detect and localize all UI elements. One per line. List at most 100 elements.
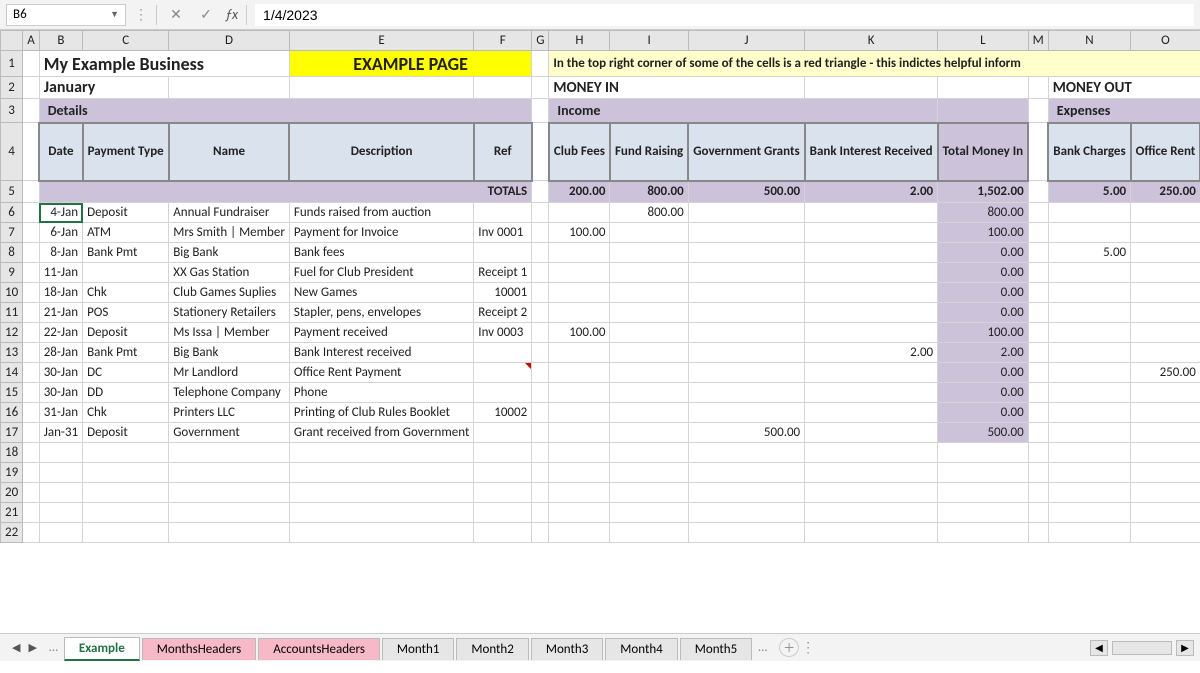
cell[interactable] [688, 463, 804, 483]
cell-date[interactable]: 28-Jan [39, 343, 82, 363]
cell[interactable] [938, 443, 1029, 463]
cell-fund-raising[interactable] [610, 243, 688, 263]
cell[interactable] [532, 181, 549, 203]
cell-name[interactable]: Club Games Suplies [169, 283, 290, 303]
cell[interactable] [610, 443, 688, 463]
cell-bank-charges[interactable] [1048, 323, 1130, 343]
name-box[interactable]: B6 ▼ [6, 4, 126, 26]
row-header[interactable]: 9 [1, 263, 23, 283]
cell-club-fees[interactable] [549, 403, 610, 423]
cell-description[interactable]: Stapler, pens, envelopes [289, 303, 473, 323]
cell-date[interactable]: 30-Jan [39, 363, 82, 383]
col-header[interactable]: D [169, 31, 290, 51]
cell-total-in[interactable]: 0.00 [938, 283, 1029, 303]
col-header[interactable]: N [1048, 31, 1130, 51]
cell-description[interactable]: Grant received from Government [289, 423, 473, 443]
cell-club-fees[interactable] [549, 283, 610, 303]
cell[interactable] [169, 483, 290, 503]
cell-bank-charges[interactable] [1048, 403, 1130, 423]
cell-fund-raising[interactable] [610, 403, 688, 423]
fx-icon[interactable]: ƒx [225, 6, 238, 23]
cell-bank-charges[interactable]: 5.00 [1048, 243, 1130, 263]
cell-date[interactable]: 18-Jan [39, 283, 82, 303]
cell-club-fees[interactable] [549, 383, 610, 403]
cell-gov-grants[interactable] [688, 403, 804, 423]
cell-office-rent[interactable] [1131, 403, 1200, 423]
cell-description[interactable]: Phone [289, 383, 473, 403]
col-club-fees[interactable]: Club Fees [549, 123, 610, 181]
cell[interactable] [549, 483, 610, 503]
cell-club-fees[interactable] [549, 423, 610, 443]
cell[interactable] [610, 503, 688, 523]
cell-payment-type[interactable]: Bank Pmt [83, 343, 169, 363]
cell-ref[interactable] [474, 383, 532, 403]
cell-bank-charges[interactable] [1048, 263, 1130, 283]
cell-name[interactable]: Big Bank [169, 243, 290, 263]
row-header[interactable]: 21 [1, 503, 23, 523]
cell-ref[interactable]: Receipt 2 [474, 303, 532, 323]
sheet-tab-month2[interactable]: Month2 [456, 638, 528, 660]
cell[interactable] [1028, 99, 1048, 123]
cell[interactable] [532, 203, 549, 223]
cell[interactable] [474, 503, 532, 523]
row-header[interactable]: 19 [1, 463, 23, 483]
cell[interactable] [474, 523, 532, 543]
cell-ref[interactable] [474, 203, 532, 223]
cell[interactable] [39, 523, 82, 543]
cell[interactable] [39, 443, 82, 463]
cell[interactable] [23, 203, 40, 223]
cell-total-in[interactable]: 0.00 [938, 303, 1029, 323]
cell[interactable] [23, 243, 40, 263]
cell-bank-int[interactable] [805, 283, 938, 303]
cell-total-in[interactable]: 100.00 [938, 223, 1029, 243]
cell[interactable] [532, 243, 549, 263]
cell[interactable] [1028, 423, 1048, 443]
cell[interactable] [805, 77, 938, 99]
cell[interactable] [289, 523, 473, 543]
cell[interactable] [688, 483, 804, 503]
cell-date[interactable]: 11-Jan [39, 263, 82, 283]
row-header[interactable]: 12 [1, 323, 23, 343]
row-header[interactable]: 10 [1, 283, 23, 303]
cell-payment-type[interactable]: Bank Pmt [83, 243, 169, 263]
cell-description[interactable]: Payment received [289, 323, 473, 343]
cell[interactable] [549, 443, 610, 463]
cell[interactable] [1048, 463, 1130, 483]
cell[interactable] [805, 503, 938, 523]
cell-bank-int[interactable]: 2.00 [805, 343, 938, 363]
cell[interactable] [23, 343, 40, 363]
cell[interactable] [938, 523, 1029, 543]
col-gov-grants[interactable]: Government Grants [688, 123, 804, 181]
tab-prev-icon[interactable]: ◀ [12, 641, 20, 654]
cell[interactable] [169, 503, 290, 523]
cell-fund-raising[interactable] [610, 363, 688, 383]
cell[interactable] [610, 483, 688, 503]
cell[interactable] [83, 483, 169, 503]
sheet-tab-monthsheaders[interactable]: MonthsHeaders [142, 638, 256, 660]
cell-payment-type[interactable]: Deposit [83, 323, 169, 343]
cell[interactable] [805, 463, 938, 483]
cell-fund-raising[interactable] [610, 343, 688, 363]
cell[interactable] [1028, 283, 1048, 303]
cell-payment-type[interactable]: Chk [83, 283, 169, 303]
row-header[interactable]: 22 [1, 523, 23, 543]
cell-office-rent[interactable] [1131, 323, 1200, 343]
cell-fund-raising[interactable] [610, 423, 688, 443]
cell-club-fees[interactable] [549, 263, 610, 283]
cell-bank-charges[interactable] [1048, 383, 1130, 403]
cell[interactable] [1131, 523, 1200, 543]
cell-name[interactable]: Big Bank [169, 343, 290, 363]
col-header[interactable]: M [1028, 31, 1048, 51]
cell[interactable] [474, 443, 532, 463]
cell[interactable] [169, 77, 290, 99]
cell-office-rent[interactable] [1131, 223, 1200, 243]
cell-bank-int[interactable] [805, 223, 938, 243]
cell-fund-raising[interactable]: 800.00 [610, 203, 688, 223]
formula-bar-options-icon[interactable]: ⋮ [134, 6, 148, 23]
cell[interactable] [532, 383, 549, 403]
tab-options-icon[interactable]: ⋮ [801, 639, 815, 656]
cell[interactable] [1028, 343, 1048, 363]
col-description[interactable]: Description [289, 123, 473, 181]
cell-club-fees[interactable]: 100.00 [549, 223, 610, 243]
cell[interactable] [1131, 503, 1200, 523]
